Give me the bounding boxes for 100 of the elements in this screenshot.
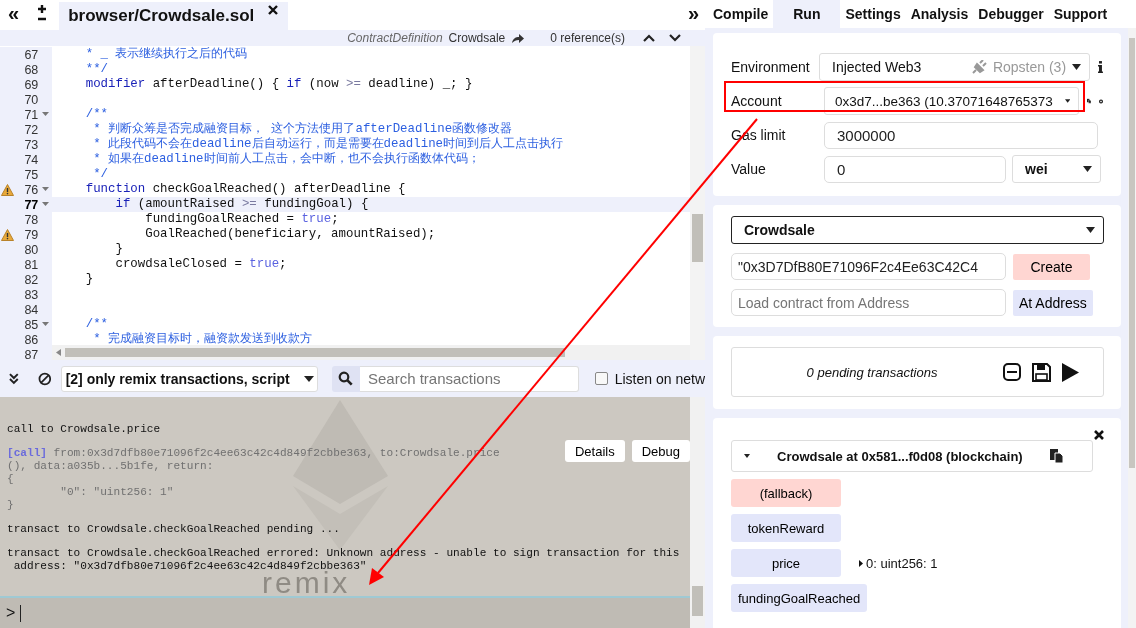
code-line: **/ (84, 62, 110, 77)
play-icon[interactable] (1062, 362, 1079, 382)
save-icon[interactable] (1032, 362, 1051, 382)
panel-tab[interactable]: Run (773, 0, 841, 28)
log-action-button[interactable]: Details (564, 440, 625, 462)
function-result: 0: uint256: 1 (866, 555, 938, 571)
panel-tab[interactable]: Debugger (973, 0, 1049, 28)
filter-dropdown[interactable]: [2] only remix transactions, script (61, 365, 318, 392)
fold-icon[interactable] (41, 187, 49, 192)
collapse-panel-button[interactable]: « (0, 3, 28, 30)
line-number: 86 (23, 332, 39, 347)
line-number: 75 (23, 167, 39, 182)
line-number: 73 (23, 137, 39, 152)
function-button[interactable]: fundingGoalReached (731, 584, 868, 612)
line-number: 79 (23, 227, 39, 242)
instance-header[interactable]: Crowdsale at 0x581...f0d08 (blockchain) (731, 440, 1093, 472)
line-number: 71 (23, 107, 39, 122)
warning-icon[interactable] (1, 228, 14, 241)
clear-icon[interactable] (37, 371, 52, 386)
line-number: 77 (23, 197, 39, 212)
copy-icon[interactable] (1049, 449, 1063, 463)
horizontal-scrollbar[interactable] (52, 345, 690, 360)
search-icon[interactable] (331, 365, 360, 392)
field-label: Environment (731, 59, 811, 75)
code-line: * 完成融资目标时，融资款发送到收款方 (92, 332, 314, 347)
address-field[interactable]: Load contract from Address (731, 289, 1006, 316)
listen-checkbox[interactable] (594, 372, 608, 385)
warning-icon[interactable] (1, 183, 14, 196)
line-number: 67 (23, 47, 39, 62)
close-icon[interactable] (268, 5, 279, 15)
line-number: 85 (23, 317, 39, 332)
caret-icon (1083, 166, 1092, 172)
function-button[interactable]: price (731, 549, 841, 577)
code-line: * _ 表示继续执行之后的代码 (84, 47, 249, 62)
code-line: modifier afterDeadline() { if (now >= deadline) _; } (84, 77, 474, 92)
create-button[interactable]: Create (1013, 253, 1090, 280)
line-number: 68 (23, 62, 39, 77)
definition-name: Crowdsale (448, 31, 506, 45)
plug-icon (970, 60, 987, 74)
line-number: 82 (23, 272, 39, 287)
panel-scrollbar[interactable] (1128, 28, 1136, 628)
line-number: 70 (23, 92, 39, 107)
console-input[interactable]: > (0, 596, 690, 628)
caret-icon (744, 454, 750, 458)
contract-dropdown[interactable]: Crowdsale (731, 216, 1104, 244)
panel-tab[interactable]: Compile (708, 0, 774, 28)
expand-arrow-icon[interactable] (859, 559, 863, 567)
environment-dropdown[interactable]: Injected Web3 Ropsten (3) (819, 53, 1091, 81)
minus-box-icon[interactable] (1003, 363, 1021, 381)
line-number: 83 (23, 287, 39, 302)
field-label: Value (731, 161, 767, 177)
line-number: 84 (23, 302, 39, 317)
line-number: 72 (23, 122, 39, 137)
definition-kind: ContractDefinition (347, 31, 443, 45)
info-icon[interactable] (1098, 61, 1103, 73)
code-line: GoalReached(beneficiary, amountRaised); (144, 227, 437, 242)
line-number: 76 (23, 182, 39, 197)
fold-icon[interactable] (41, 202, 49, 207)
constructor-args-field[interactable]: "0x3D7DfB80E71096F2c4Ee63C42C4 (731, 253, 1006, 280)
search-field[interactable]: Search transactions (359, 365, 579, 392)
instance-title: Crowdsale at 0x581...f0d08 (blockchain) (777, 448, 1023, 464)
gas-limit-field[interactable]: 3000000 (824, 121, 1098, 149)
fold-icon[interactable] (41, 112, 49, 117)
function-button[interactable]: (fallback) (731, 479, 841, 507)
fold-icon[interactable] (41, 322, 49, 327)
field-label: Account (731, 93, 783, 109)
account-dropdown[interactable]: 0x3d7...be363 (10.37071648765373 (824, 87, 1079, 115)
panel-tab[interactable]: Settings (840, 0, 906, 28)
console-scrollbar[interactable] (690, 397, 705, 628)
function-button[interactable]: tokenReward (731, 514, 841, 542)
line-number: 69 (23, 77, 39, 92)
code-line: fundingGoalReached = true; (144, 212, 340, 227)
code-line: } (84, 272, 95, 287)
code-line: function checkGoalReached() afterDeadline { (84, 182, 407, 197)
caret-icon (1072, 64, 1082, 70)
code-line: * 此段代码不会在deadline后自动运行，而是需要在deadline时间到后人工点击执行 (92, 137, 565, 152)
vertical-scrollbar[interactable] (690, 46, 705, 360)
code-line: } (114, 242, 124, 257)
share-icon[interactable] (511, 32, 525, 44)
panel-tab[interactable]: Support (1048, 0, 1113, 28)
log-action-button[interactable]: Debug (631, 440, 690, 462)
code-line: */ (92, 167, 110, 182)
unit-dropdown[interactable]: wei (1012, 155, 1101, 183)
panel-tab[interactable]: Analysis (905, 0, 974, 28)
chevron-down-icon[interactable] (669, 34, 681, 42)
code-line: /** (84, 107, 110, 122)
log-message: transact to Crowdsale.checkGoalReached pending ... (7, 523, 341, 536)
code-line: * 判断众筹是否完成融资目标， 这个方法使用了afterDeadline函数修改器 (92, 122, 514, 137)
expand-panel-button[interactable]: » (679, 3, 705, 30)
listen-label: Listen on netw (614, 370, 705, 387)
collapse-console-icon[interactable] (8, 372, 20, 385)
line-number: 78 (23, 212, 39, 227)
line-number: 74 (23, 152, 39, 167)
chevron-up-icon[interactable] (643, 34, 655, 42)
close-icon[interactable] (1094, 430, 1104, 440)
value-field[interactable]: 0 (824, 155, 1006, 183)
at-address-button[interactable]: At Address (1013, 289, 1093, 316)
code-line: /** (84, 317, 110, 332)
file-tab[interactable]: browser/Crowdsale.sol (59, 2, 289, 30)
line-number: 81 (23, 257, 39, 272)
